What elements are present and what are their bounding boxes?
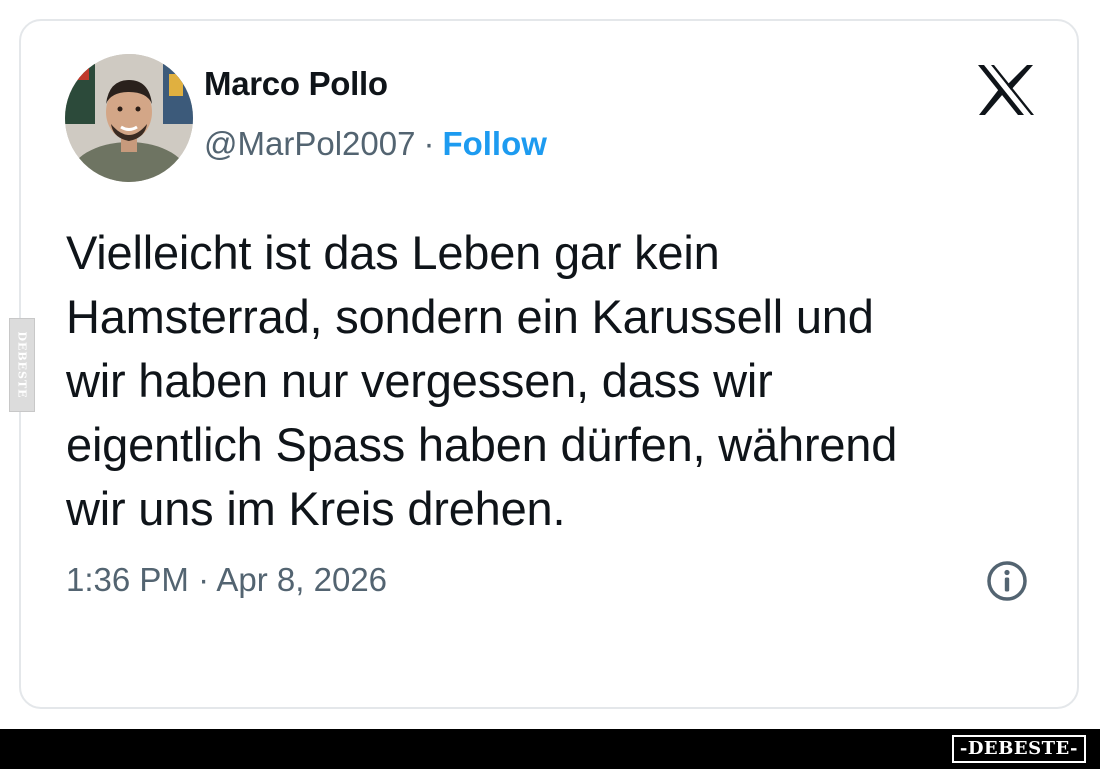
author-handle[interactable]: @MarPol2007	[204, 125, 415, 162]
tweet-timestamp[interactable]: 1:36 PM · Apr 8, 2026	[66, 561, 387, 599]
handle-row: @MarPol2007 · Follow	[204, 125, 547, 163]
avatar-photo	[65, 54, 193, 182]
avatar[interactable]	[65, 54, 193, 182]
tweet-text-line: Vielleicht ist das Leben gar kein	[66, 226, 720, 279]
tweet-card: Marco Pollo @MarPol2007 · Follow Vielleich…	[19, 19, 1079, 709]
footer-bar: -DEBESTE-	[0, 729, 1100, 769]
debeste-logo: -DEBESTE-	[951, 735, 1086, 763]
x-logo-icon[interactable]	[976, 63, 1036, 117]
tweet-text-line: Hamsterrad, sondern ein Karussell und	[66, 290, 874, 343]
author-name[interactable]: Marco Pollo	[204, 65, 388, 103]
tweet-text-line: wir uns im Kreis drehen.	[66, 482, 566, 535]
follow-button[interactable]: Follow	[442, 125, 546, 162]
side-watermark-label: DEBESTE	[15, 331, 29, 399]
tweet-text-line: eigentlich Spass haben dürfen, während	[66, 418, 898, 471]
info-icon[interactable]	[985, 559, 1029, 603]
tweet-text-line: wir haben nur vergessen, dass wir	[66, 354, 773, 407]
page: Marco Pollo @MarPol2007 · Follow Vielleich…	[0, 0, 1100, 769]
tweet-text: Vielleicht ist das Leben gar kein Hamste…	[66, 221, 1051, 541]
side-watermark: DEBESTE	[9, 318, 35, 412]
separator-dot: ·	[423, 125, 435, 162]
